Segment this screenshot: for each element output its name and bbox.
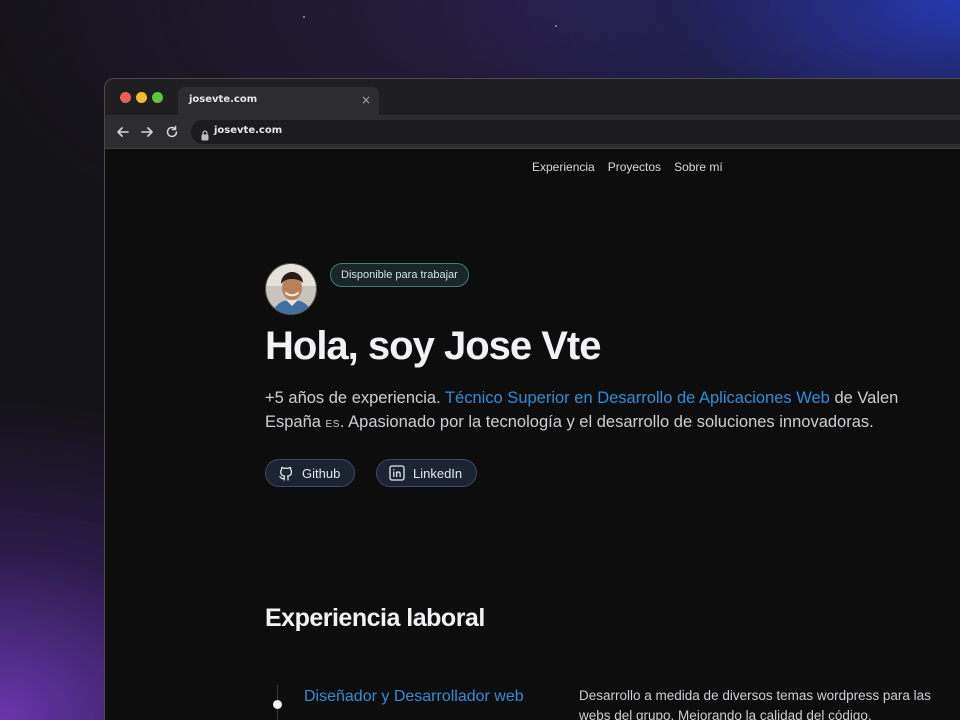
job-title: Diseñador y Desarrollador web (304, 688, 524, 705)
intro-text-country: España (265, 413, 326, 431)
background-star (555, 25, 557, 27)
flag-icon: ES (325, 419, 340, 430)
browser-tab[interactable]: josevte.com × (178, 87, 379, 115)
linkedin-label: LinkedIn (413, 465, 463, 481)
intro-highlight: Técnico Superior en Desarrollo de Aplica… (444, 389, 830, 407)
availability-badge: Disponible para trabajar (330, 263, 469, 287)
window-close-button[interactable] (120, 92, 131, 103)
reload-icon[interactable] (163, 123, 181, 141)
hero-intro: +5 años de experiencia. Técnico Superior… (265, 386, 960, 437)
job-description: Desarrollo a medida de diversos temas wo… (579, 688, 931, 720)
browser-toolbar: josevte.com (105, 115, 960, 149)
avatar (265, 263, 317, 315)
intro-text: +5 años de experiencia. (265, 389, 445, 407)
nav-link-experiencia[interactable]: Experiencia (532, 160, 595, 174)
nav-link-proyectos[interactable]: Proyectos (608, 160, 661, 174)
window-maximize-button[interactable] (152, 92, 163, 103)
linkedin-icon (389, 465, 405, 481)
intro-text-location: de Valen (829, 389, 899, 407)
browser-window: josevte.com × josevte.com Experiencia Pr… (104, 78, 960, 720)
github-button[interactable]: Github (265, 459, 356, 487)
background-star (303, 16, 305, 18)
intro-text-tagline: . Apasionado por la tecnología y el desa… (339, 413, 874, 431)
page-title: Hola, soy Jose Vte (265, 324, 601, 368)
tab-bar: josevte.com × (105, 79, 960, 115)
tab-title: josevte.com (189, 94, 258, 105)
experience-heading: Experiencia laboral (265, 604, 485, 632)
site-nav: Experiencia Proyectos Sobre mí (532, 160, 723, 174)
timeline-dot (273, 700, 282, 709)
close-icon[interactable]: × (361, 92, 371, 108)
github-label: Github (302, 465, 341, 481)
address-bar[interactable]: josevte.com (191, 120, 960, 144)
nav-link-sobre-mi[interactable]: Sobre mí (674, 160, 723, 174)
forward-arrow-icon[interactable] (138, 123, 156, 141)
address-url: josevte.com (214, 125, 283, 136)
web-page: Experiencia Proyectos Sobre mí Disponibl… (105, 150, 960, 720)
github-icon (278, 465, 294, 481)
window-minimize-button[interactable] (136, 92, 147, 103)
back-arrow-icon[interactable] (114, 123, 132, 141)
lock-icon (201, 126, 209, 145)
linkedin-button[interactable]: LinkedIn (376, 459, 478, 487)
